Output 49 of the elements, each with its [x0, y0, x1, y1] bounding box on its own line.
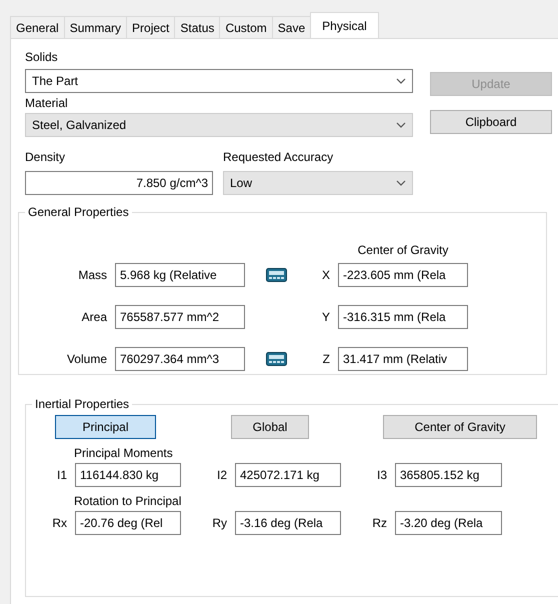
tab[interactable]: General	[10, 16, 65, 38]
dropdown-value: Low	[230, 176, 252, 190]
field-label: I2	[216, 468, 228, 482]
field-label: Y	[320, 310, 331, 324]
toggle-button[interactable]: Center of Gravity	[383, 415, 537, 439]
value-field[interactable]: -3.16 deg (Rela	[235, 511, 341, 535]
field-label: Mass	[77, 268, 108, 282]
calculator-icon[interactable]	[266, 268, 287, 282]
dropdown-value: The Part	[32, 74, 78, 88]
field-label: Density	[25, 149, 66, 165]
field-label: Volume	[66, 352, 108, 366]
toggle-button[interactable]: Principal	[55, 415, 156, 439]
value-field[interactable]: -316.315 mm (Rela	[338, 305, 468, 329]
field-label: Z	[322, 352, 331, 366]
value-field[interactable]: 765587.577 mm^2	[115, 305, 245, 329]
calculator-icon[interactable]	[266, 352, 287, 366]
value-field[interactable]: 5.968 kg (Relative	[115, 263, 245, 287]
toggle-button[interactable]: Global	[231, 415, 309, 439]
value-field[interactable]: 365805.152 kg	[395, 463, 502, 487]
field-label: X	[320, 268, 331, 282]
value-field[interactable]: 116144.830 kg	[75, 463, 181, 487]
group-title: General Properties	[27, 205, 130, 219]
value-field[interactable]: 31.417 mm (Relativ	[338, 347, 468, 371]
value-field[interactable]: -3.20 deg (Rela	[395, 511, 502, 535]
button[interactable]: Clipboard	[430, 110, 552, 134]
field-label: Area	[80, 310, 108, 324]
field-label: I1	[56, 468, 68, 482]
field-label: Rx	[51, 516, 68, 530]
field-label: I3	[376, 468, 388, 482]
chevron-down-icon	[396, 78, 406, 84]
field-label: Material	[25, 95, 69, 111]
value-field[interactable]: 425072.171 kg	[235, 463, 341, 487]
value-field[interactable]: -223.605 mm (Rela	[338, 263, 468, 287]
field-label: Solids	[25, 49, 59, 65]
group-title: Inertial Properties	[34, 397, 130, 411]
chevron-down-icon	[396, 122, 406, 128]
section-label: Rotation to Principal	[74, 493, 182, 509]
tab[interactable]: Physical	[310, 12, 379, 38]
value-field[interactable]: -20.76 deg (Rel	[75, 511, 181, 535]
density-field[interactable]: 7.850 g/cm^3	[25, 171, 213, 195]
field-label: Ry	[211, 516, 228, 530]
value-field[interactable]: 760297.364 mm^3	[115, 347, 245, 371]
field-label: Rz	[371, 516, 388, 530]
section-label: Principal Moments	[74, 445, 174, 461]
column-label: Center of Gravity	[356, 243, 450, 257]
chevron-down-icon	[396, 180, 406, 186]
field-label: Requested Accuracy	[223, 149, 334, 165]
dropdown-value: Steel, Galvanized	[32, 118, 126, 132]
dropdown[interactable]: The Part	[25, 69, 413, 93]
